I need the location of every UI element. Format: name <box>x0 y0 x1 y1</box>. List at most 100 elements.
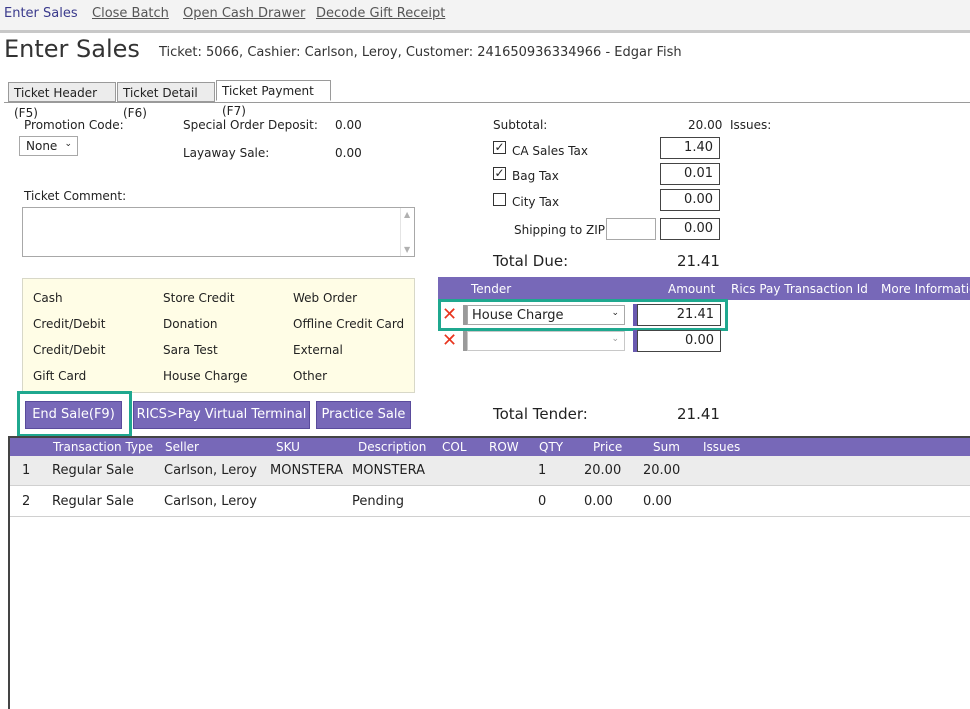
cell-sku: MONSTERA <box>270 463 343 478</box>
ticket-info: Ticket: 5066, Cashier: Carlson, Leroy, C… <box>159 45 682 60</box>
tender-select-1[interactable]: House Charge ⌄ <box>467 305 625 325</box>
pay-option-house-charge[interactable]: House Charge <box>163 369 247 383</box>
chevron-down-icon: ⌄ <box>64 139 72 149</box>
pay-option-cash[interactable]: Cash <box>33 291 63 305</box>
tab-divider <box>4 102 970 103</box>
shipping-zip-label: Shipping to ZIP: <box>514 223 610 237</box>
nav-open-cash-drawer[interactable]: Open Cash Drawer <box>183 6 305 21</box>
cell-transaction-type: Regular Sale <box>52 494 134 509</box>
cell-transaction-type: Regular Sale <box>52 463 134 478</box>
table-row[interactable]: 1 Regular Sale Carlson, Leroy MONSTERA M… <box>10 456 970 486</box>
nav-decode-gift-receipt[interactable]: Decode Gift Receipt <box>316 6 445 21</box>
col-sum[interactable]: Sum <box>653 440 680 454</box>
scroll-down-icon[interactable]: ▼ <box>404 245 410 254</box>
pay-option-web-order[interactable]: Web Order <box>293 291 357 305</box>
tender-header: Tender <box>471 282 512 296</box>
pay-option-credit-debit[interactable]: Credit/Debit <box>33 317 105 331</box>
ca-sales-tax-checkbox[interactable]: ✓ <box>493 141 506 154</box>
tender-table-header: Tender Amount Rics Pay Transaction Id Mo… <box>438 277 970 300</box>
col-description[interactable]: Description <box>358 440 426 454</box>
col-issues[interactable]: Issues <box>703 440 740 454</box>
cell-seller: Carlson, Leroy <box>164 463 257 478</box>
col-price[interactable]: Price <box>593 440 622 454</box>
pay-option-store-credit[interactable]: Store Credit <box>163 291 235 305</box>
cell-sum: 0.00 <box>643 494 672 509</box>
bag-tax-label: Bag Tax <box>512 169 559 183</box>
rics-pay-virtual-terminal-button[interactable]: RICS>Pay Virtual Terminal <box>133 401 310 429</box>
pay-option-credit-debit-2[interactable]: Credit/Debit <box>33 343 105 357</box>
shipping-zip-input[interactable] <box>606 218 656 240</box>
total-due-value: 21.41 <box>677 252 720 270</box>
row-number: 2 <box>22 494 31 509</box>
pay-option-external[interactable]: External <box>293 343 343 357</box>
col-col[interactable]: COL <box>442 440 467 454</box>
subtotal-value: 20.00 <box>688 118 723 132</box>
comment-scrollbar[interactable]: ▲ ▼ <box>400 208 414 256</box>
chevron-down-icon: ⌄ <box>611 308 619 318</box>
tender-amount-input-1[interactable]: 21.41 <box>637 304 721 326</box>
city-tax-checkbox[interactable] <box>493 193 506 206</box>
check-icon: ✓ <box>494 166 505 180</box>
col-qty[interactable]: QTY <box>539 440 563 454</box>
table-row[interactable]: 2 Regular Sale Carlson, Leroy Pending 0 … <box>10 487 970 517</box>
pay-option-other[interactable]: Other <box>293 369 327 383</box>
tab-ticket-header[interactable]: Ticket Header (F5) <box>8 82 116 120</box>
tender-select-value: House Charge <box>472 308 564 323</box>
cell-qty: 0 <box>538 494 547 509</box>
cell-price: 0.00 <box>584 494 613 509</box>
transaction-grid: Transaction Type Seller SKU Description … <box>8 436 970 709</box>
promotion-code-label: Promotion Code: <box>24 118 124 132</box>
cell-qty: 1 <box>538 463 547 478</box>
tab-ticket-payment[interactable]: Ticket Payment (F7) <box>216 80 331 118</box>
issues-label: Issues: <box>730 118 772 132</box>
page-title: Enter Sales <box>4 35 140 63</box>
pay-option-gift-card[interactable]: Gift Card <box>33 369 86 383</box>
chevron-down-icon: ⌄ <box>611 334 619 344</box>
special-order-deposit-label: Special Order Deposit: <box>183 118 318 132</box>
pay-option-offline-credit-card[interactable]: Offline Credit Card <box>293 317 404 331</box>
layaway-sale-label: Layaway Sale: <box>183 146 270 160</box>
practice-sale-button[interactable]: Practice Sale <box>316 401 411 429</box>
row-number: 1 <box>22 463 31 478</box>
ca-sales-tax-input[interactable]: 1.40 <box>660 137 720 159</box>
tender-amount-input-2[interactable]: 0.00 <box>637 330 721 352</box>
pay-option-donation[interactable]: Donation <box>163 317 218 331</box>
amount-header: Amount <box>668 282 716 296</box>
ca-sales-tax-label: CA Sales Tax <box>512 144 588 158</box>
special-order-deposit-value: 0.00 <box>335 118 362 132</box>
city-tax-label: City Tax <box>512 195 560 209</box>
col-row[interactable]: ROW <box>489 440 519 454</box>
remove-tender-icon[interactable]: ✕ <box>442 306 457 324</box>
bag-tax-input[interactable]: 0.01 <box>660 163 720 185</box>
pay-option-sara-test[interactable]: Sara Test <box>163 343 218 357</box>
ticket-comment-label: Ticket Comment: <box>24 189 127 203</box>
remove-tender-icon[interactable]: ✕ <box>442 332 457 350</box>
shipping-amount-input[interactable]: 0.00 <box>660 218 720 240</box>
top-nav: Enter Sales Close Batch Open Cash Drawer… <box>0 0 970 33</box>
subtotal-label: Subtotal: <box>493 118 548 132</box>
nav-close-batch[interactable]: Close Batch <box>92 6 169 21</box>
nav-enter-sales[interactable]: Enter Sales <box>4 6 78 21</box>
city-tax-input[interactable]: 0.00 <box>660 189 720 211</box>
tab-ticket-detail[interactable]: Ticket Detail (F6) <box>117 82 215 120</box>
check-icon: ✓ <box>494 140 505 154</box>
col-sku[interactable]: SKU <box>276 440 300 454</box>
scroll-up-icon[interactable]: ▲ <box>404 210 410 219</box>
cell-seller: Carlson, Leroy <box>164 494 257 509</box>
promotion-code-value: None <box>26 139 58 153</box>
grid-header: Transaction Type Seller SKU Description … <box>10 438 970 456</box>
ticket-comment-input[interactable]: ▲ ▼ <box>22 207 415 257</box>
tender-select-2[interactable]: ⌄ <box>467 331 625 351</box>
total-due-label: Total Due: <box>493 252 569 270</box>
layaway-sale-value: 0.00 <box>335 146 362 160</box>
rics-pay-transaction-id-header: Rics Pay Transaction Id <box>731 282 868 296</box>
end-sale-button[interactable]: End Sale(F9) <box>25 401 122 429</box>
promotion-code-select[interactable]: None ⌄ <box>19 136 78 156</box>
col-transaction-type[interactable]: Transaction Type <box>53 440 153 454</box>
col-seller[interactable]: Seller <box>165 440 199 454</box>
more-information-header: More Information <box>881 282 970 296</box>
bag-tax-checkbox[interactable]: ✓ <box>493 167 506 180</box>
total-tender-label: Total Tender: <box>493 405 588 423</box>
cell-description: Pending <box>352 494 404 509</box>
cell-sum: 20.00 <box>643 463 681 478</box>
